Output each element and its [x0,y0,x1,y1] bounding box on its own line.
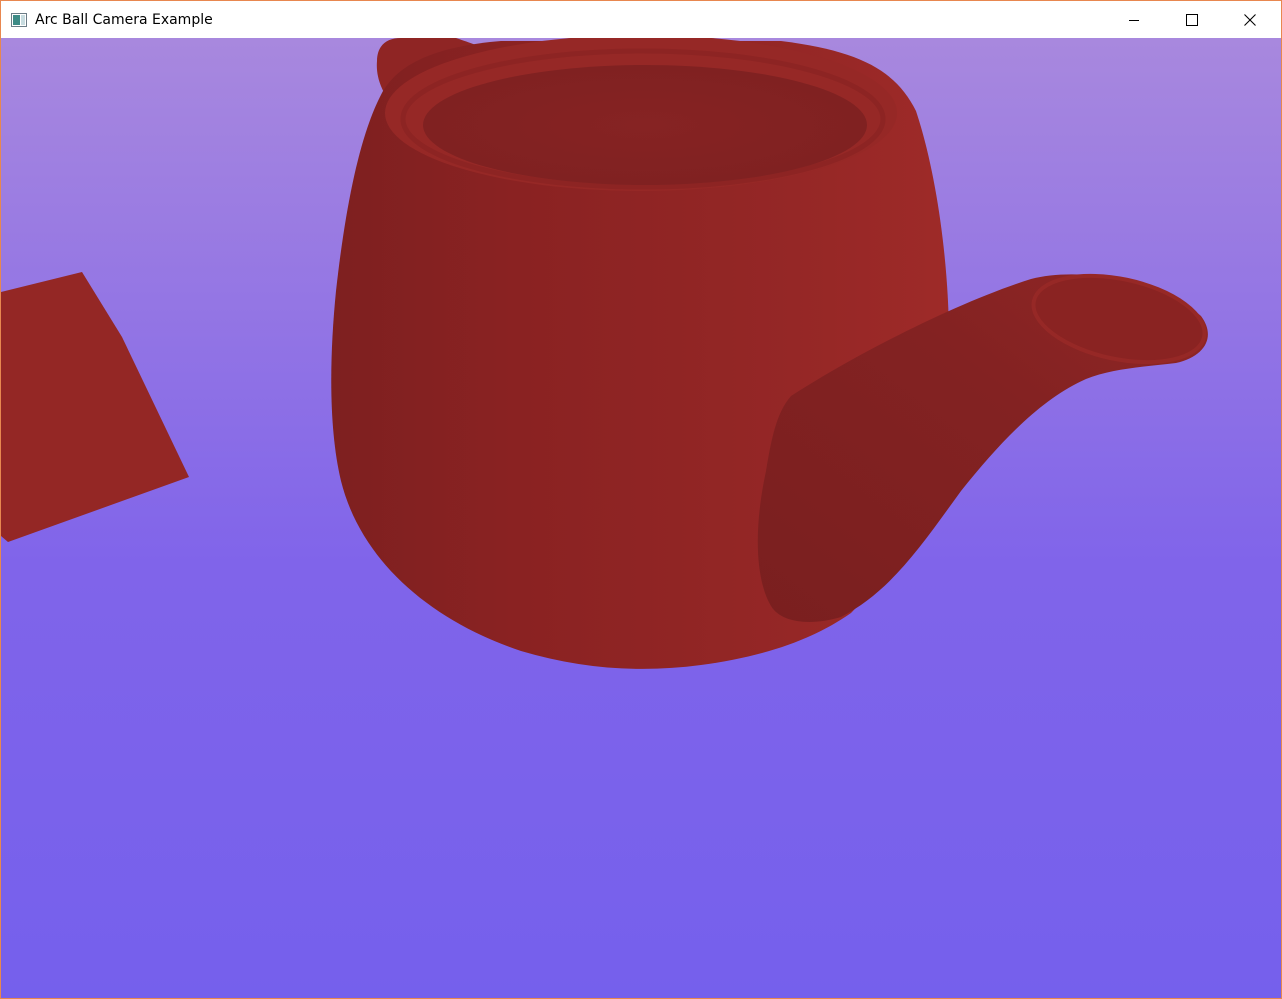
close-icon [1244,13,1256,26]
maximize-button[interactable] [1163,1,1221,38]
minimize-button[interactable] [1105,1,1163,38]
minimize-icon [1128,14,1140,26]
title-bar[interactable]: Arc Ball Camera Example [1,1,1281,38]
scene-canvas [1,38,1281,998]
3d-viewport[interactable] [1,38,1281,998]
window-title: Arc Ball Camera Example [35,12,213,28]
maximize-icon [1186,13,1198,26]
close-button[interactable] [1221,1,1279,38]
app-window: Arc Ball Camera Example [0,0,1282,999]
app-window-icon [11,12,27,27]
teapot-opening [423,65,867,185]
